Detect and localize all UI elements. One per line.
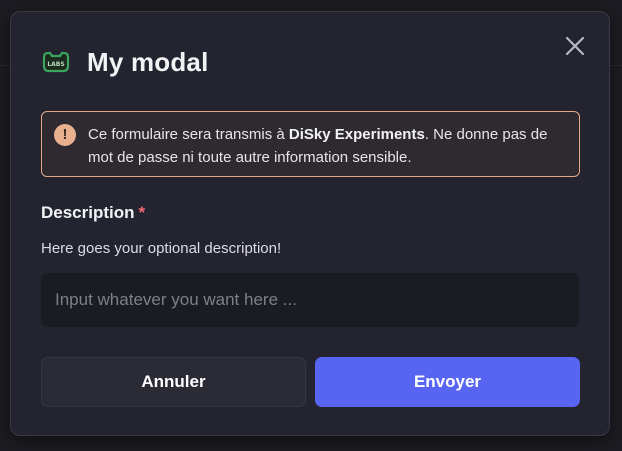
submit-button[interactable]: Envoyer bbox=[315, 357, 580, 407]
modal-header: LABS My modal bbox=[41, 46, 209, 78]
required-marker: * bbox=[138, 203, 146, 222]
labs-badge-icon: LABS bbox=[41, 51, 71, 73]
warning-text-before: Ce formulaire sera transmis à bbox=[88, 126, 289, 143]
warning-banner: ! Ce formulaire sera transmis à DiSky Ex… bbox=[41, 111, 580, 177]
labs-badge-text: LABS bbox=[47, 61, 64, 68]
close-icon[interactable] bbox=[564, 35, 586, 57]
modal-title: My modal bbox=[87, 46, 209, 77]
exclamation-icon: ! bbox=[54, 124, 76, 146]
modal-dialog: LABS My modal ! Ce formulaire sera trans… bbox=[10, 11, 610, 436]
cancel-button[interactable]: Annuler bbox=[41, 357, 306, 407]
close-button[interactable] bbox=[564, 35, 586, 57]
description-label: Description * bbox=[41, 203, 145, 223]
warning-app-name: DiSky Experiments bbox=[288, 126, 425, 143]
description-input[interactable] bbox=[41, 273, 579, 327]
description-label-text: Description bbox=[41, 203, 135, 222]
description-help-text: Here goes your optional description! bbox=[41, 240, 282, 257]
